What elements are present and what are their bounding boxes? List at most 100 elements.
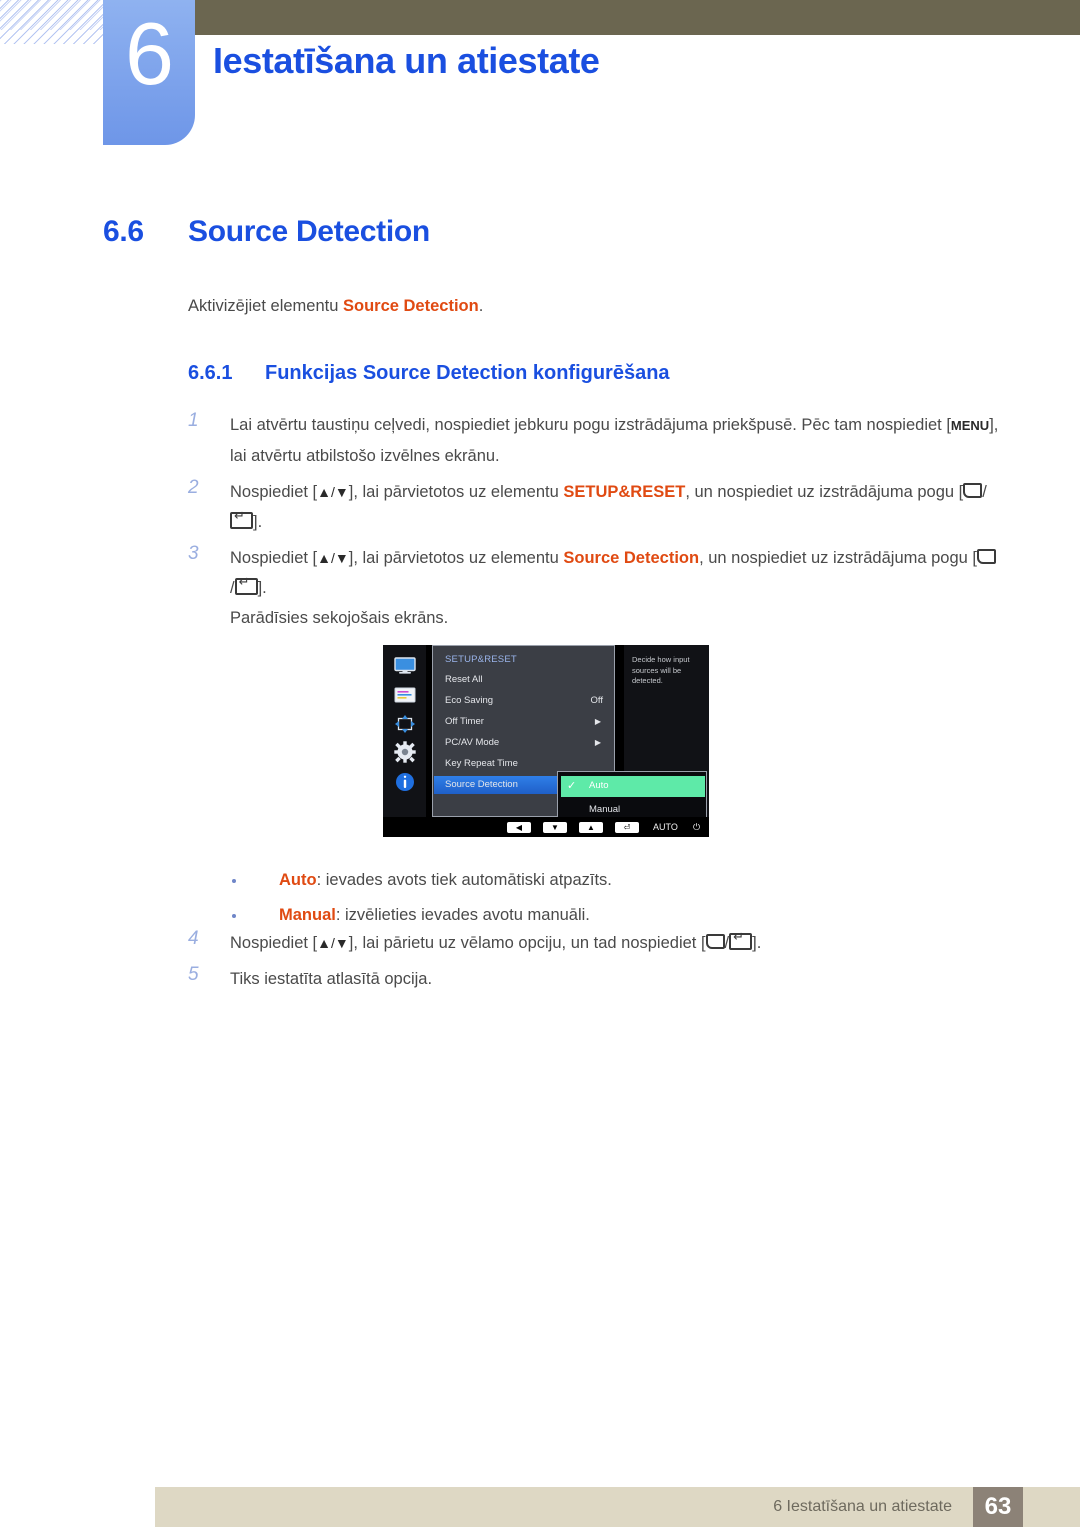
step-text-c: , un nospiediet uz izstrādājuma pogu [ bbox=[699, 549, 977, 567]
osd-key-auto-label[interactable]: AUTO bbox=[653, 822, 678, 833]
step-5: 5 Tiks iestatīta atlasītā opcija. bbox=[188, 964, 1000, 994]
step-text-b: ], lai pārietu uz vēlamo opciju, un tad … bbox=[348, 934, 706, 952]
osd-key-down[interactable]: ▼ bbox=[543, 822, 567, 833]
osd-row-eco-saving[interactable]: Eco Saving Off bbox=[434, 692, 615, 710]
section-heading: 6.6 Source Detection bbox=[103, 215, 430, 249]
subsection-title: Funkcijas Source Detection konfigurēšana bbox=[265, 362, 670, 384]
footer-chapter-label: 6 Iestatīšana un atiestate bbox=[773, 1498, 952, 1515]
osd-submenu-label: Manual bbox=[589, 804, 621, 815]
step-text-b: ], lai pārvietotos uz elementu bbox=[348, 549, 564, 567]
osd-screenshot: SETUP&RESET Reset All Eco Saving Off Off… bbox=[383, 645, 709, 837]
step-number: 4 bbox=[188, 928, 199, 949]
slash-3: / bbox=[230, 579, 235, 597]
instruction-steps: 1 Lai atvērtu taustiņu ceļvedi, nospiedi… bbox=[188, 410, 1000, 639]
monitor-icon[interactable] bbox=[391, 654, 419, 676]
subsection-heading: 6.6.1 Funkcijas Source Detection konfigur… bbox=[188, 362, 670, 385]
up-down-arrows-icon: ▲/▼ bbox=[317, 484, 349, 500]
chevron-right-icon: ▶ bbox=[594, 717, 601, 726]
osd-row-label: Key Repeat Time bbox=[445, 758, 518, 769]
step-number: 5 bbox=[188, 964, 199, 985]
enter-button-icon bbox=[230, 509, 253, 529]
bullet-term: Manual bbox=[279, 906, 336, 924]
step-text-d: ]. bbox=[257, 579, 267, 597]
osd-panel-title: SETUP&RESET bbox=[445, 654, 517, 665]
osd-row-pc-av-mode[interactable]: PC/AV Mode ▶ bbox=[434, 734, 615, 752]
osd-row-label: PC/AV Mode bbox=[445, 737, 500, 748]
step-number: 3 bbox=[188, 543, 199, 564]
slash-2: / bbox=[982, 483, 987, 501]
chapter-title: Iestatīšana un atiestate bbox=[213, 40, 600, 81]
osd-row-reset-all[interactable]: Reset All bbox=[434, 671, 615, 689]
power-icon[interactable]: ⏻ bbox=[693, 822, 700, 833]
osd-help-text: Decide how input sources will be detecte… bbox=[632, 655, 690, 685]
intro-highlight: Source Detection bbox=[343, 297, 479, 315]
bullet-rest: : ievades avots tiek automātiski atpazīt… bbox=[316, 871, 612, 889]
osd-key-enter[interactable]: ⏎ bbox=[615, 822, 639, 833]
step-text: Nospiediet [▲/▼], lai pārvietotos uz ele… bbox=[230, 477, 1000, 537]
osd-submenu-label: Auto bbox=[589, 780, 609, 791]
step-number: 2 bbox=[188, 477, 199, 498]
chapter-number: 6 bbox=[125, 4, 174, 103]
bullet-rest: : izvēlieties ievades avotu manuāli. bbox=[335, 906, 590, 924]
osd-row-label: Source Detection bbox=[445, 779, 518, 790]
enter-button-icon bbox=[234, 575, 258, 595]
check-icon: ✓ bbox=[567, 780, 577, 792]
step-text: Lai atvērtu taustiņu ceļvedi, nospiediet… bbox=[230, 410, 1000, 471]
info-icon[interactable] bbox=[391, 771, 419, 793]
osd-icon-sidebar bbox=[383, 645, 426, 817]
osd-row-label: Reset All bbox=[445, 674, 483, 685]
step-text-b: ], lai pārvietotos uz elementu bbox=[348, 483, 564, 501]
footer-page-box: 63 bbox=[973, 1487, 1023, 1527]
step-text-a: Nospiediet [ bbox=[230, 549, 318, 567]
bullet-auto: Auto: ievades avots tiek automātiski atp… bbox=[232, 863, 932, 898]
page-footer: 6 Iestatīšana un atiestate 63 bbox=[155, 1487, 1080, 1527]
step-highlight: Source Detection bbox=[563, 549, 700, 567]
step-2: 2 Nospiediet [▲/▼], lai pārvietotos uz e… bbox=[188, 477, 1000, 537]
step-highlight: SETUP&RESET bbox=[563, 483, 686, 501]
osd-bottom-bar: ◀ ▼ ▲ ⏎ AUTO ⏻ bbox=[383, 817, 709, 837]
section-title: Source Detection bbox=[188, 215, 430, 248]
up-down-arrows-icon: ▲/▼ bbox=[317, 550, 349, 566]
page-banner: 6 Iestatīšana un atiestate bbox=[0, 0, 1080, 160]
page-number: 63 bbox=[984, 1493, 1012, 1520]
step-4: 4 Nospiediet [▲/▼], lai pārietu uz vēlam… bbox=[188, 928, 1000, 958]
screen-adjust-icon[interactable] bbox=[391, 713, 419, 735]
option-bullets: Auto: ievades avots tiek automātiski atp… bbox=[232, 863, 932, 933]
enter-button-icon bbox=[729, 930, 753, 950]
intro-prefix: Aktivizējiet elementu bbox=[188, 297, 343, 315]
up-down-arrows-icon: ▲/▼ bbox=[317, 935, 349, 951]
osd-row-label: Off Timer bbox=[445, 716, 484, 727]
source-button-icon bbox=[977, 549, 996, 564]
step-text-c: ]. bbox=[752, 934, 762, 952]
menu-keycap: MENU bbox=[950, 418, 990, 433]
banner-olive-bar bbox=[155, 0, 1080, 35]
osd-submenu-item-auto[interactable]: ✓ Auto bbox=[561, 776, 705, 797]
osd-row-value: Off bbox=[590, 695, 604, 706]
gear-icon[interactable] bbox=[391, 741, 419, 763]
step-text: Nospiediet [▲/▼], lai pārietu uz vēlamo … bbox=[230, 928, 1000, 958]
step-text: Nospiediet [▲/▼], lai pārvietotos uz ele… bbox=[230, 543, 1000, 603]
step-text-a: Nospiediet [ bbox=[230, 483, 318, 501]
subsection-number: 6.6.1 bbox=[188, 362, 233, 384]
hatch-decoration bbox=[0, 0, 104, 44]
instruction-steps-continued: 4 Nospiediet [▲/▼], lai pārietu uz vēlam… bbox=[188, 928, 1000, 1000]
step-1: 1 Lai atvērtu taustiņu ceļvedi, nospiedi… bbox=[188, 410, 1000, 471]
source-button-icon bbox=[705, 934, 725, 949]
picture-color-icon[interactable] bbox=[391, 684, 419, 706]
osd-row-label: Eco Saving bbox=[445, 695, 494, 706]
step-text-a: Nospiediet [ bbox=[230, 934, 318, 952]
osd-key-up[interactable]: ▲ bbox=[579, 822, 603, 833]
source-button-icon bbox=[963, 483, 983, 498]
osd-key-left[interactable]: ◀ bbox=[507, 822, 531, 833]
osd-row-off-timer[interactable]: Off Timer ▶ bbox=[434, 713, 615, 731]
section-intro: Aktivizējiet elementu Source Detection. bbox=[188, 297, 483, 316]
step-3: 3 Nospiediet [▲/▼], lai pārvietotos uz e… bbox=[188, 543, 1000, 633]
step-text-a: Lai atvērtu taustiņu ceļvedi, nospiediet… bbox=[230, 416, 951, 434]
step-extra-text: Parādīsies sekojošais ekrāns. bbox=[230, 609, 449, 627]
step-text: Tiks iestatīta atlasītā opcija. bbox=[230, 970, 433, 988]
step-text-d: ]. bbox=[253, 513, 263, 531]
bullet-term: Auto bbox=[279, 871, 317, 889]
step-number: 1 bbox=[188, 410, 199, 431]
chevron-right-icon: ▶ bbox=[594, 738, 601, 747]
section-number: 6.6 bbox=[103, 215, 144, 248]
